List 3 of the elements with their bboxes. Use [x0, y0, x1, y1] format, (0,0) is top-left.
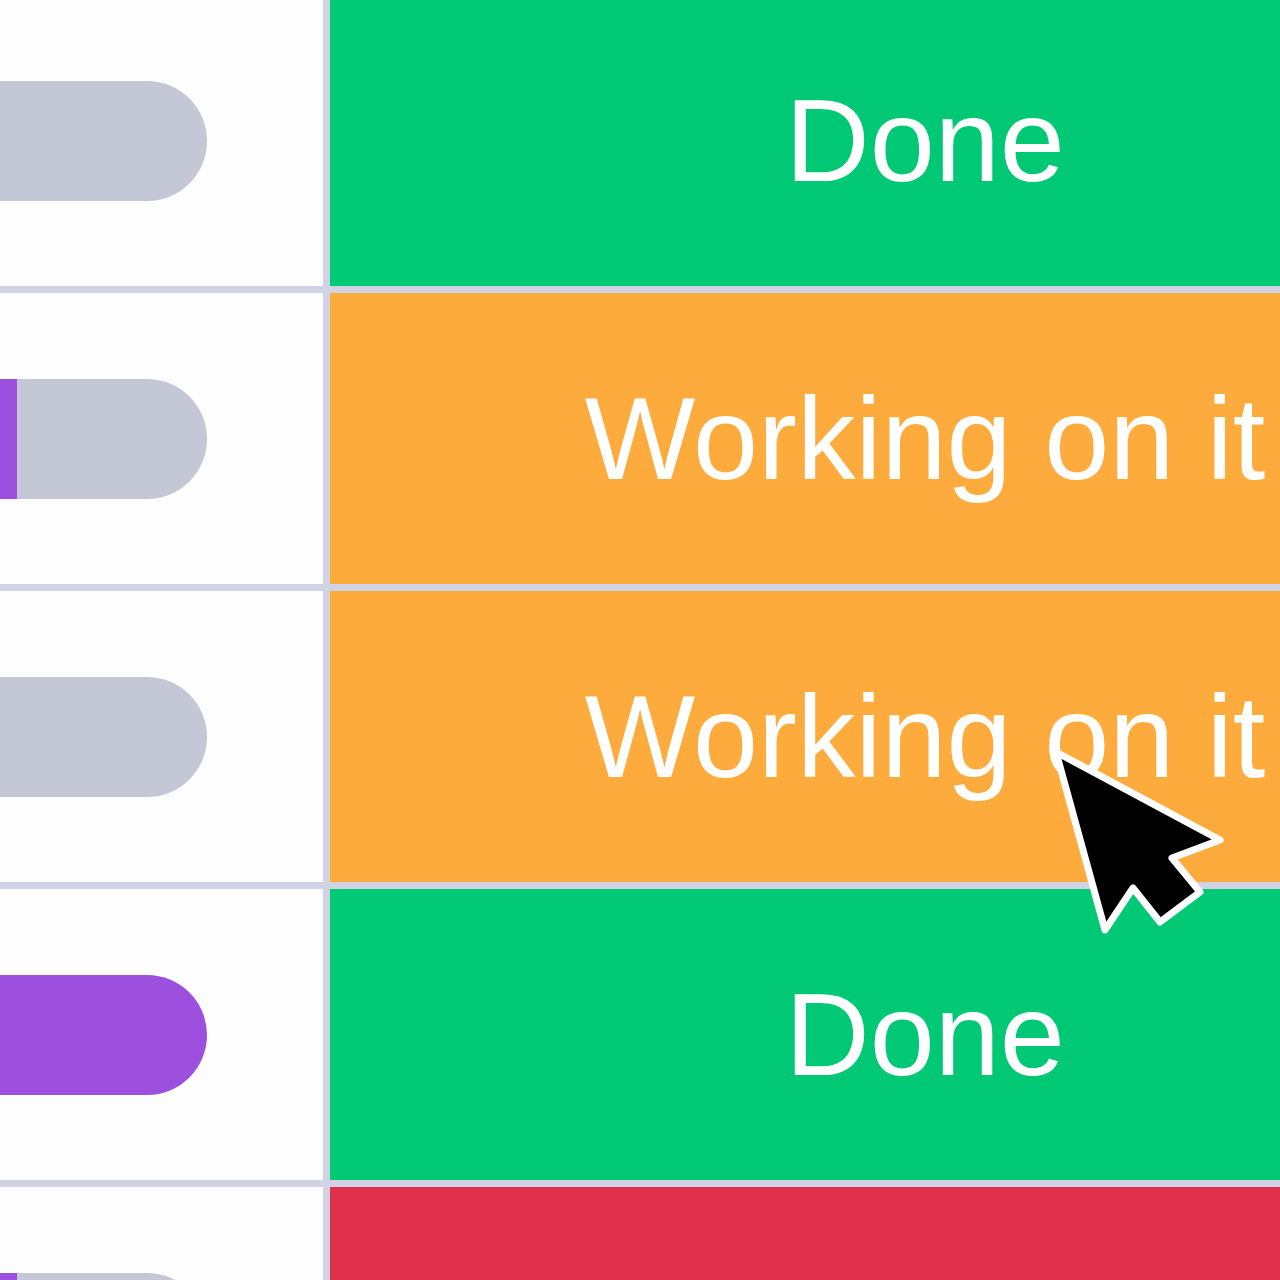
status-cell[interactable]: Done	[330, 889, 1280, 1180]
status-cell[interactable]: Working on it	[330, 293, 1280, 584]
status-cell[interactable]: Done	[330, 0, 1280, 286]
